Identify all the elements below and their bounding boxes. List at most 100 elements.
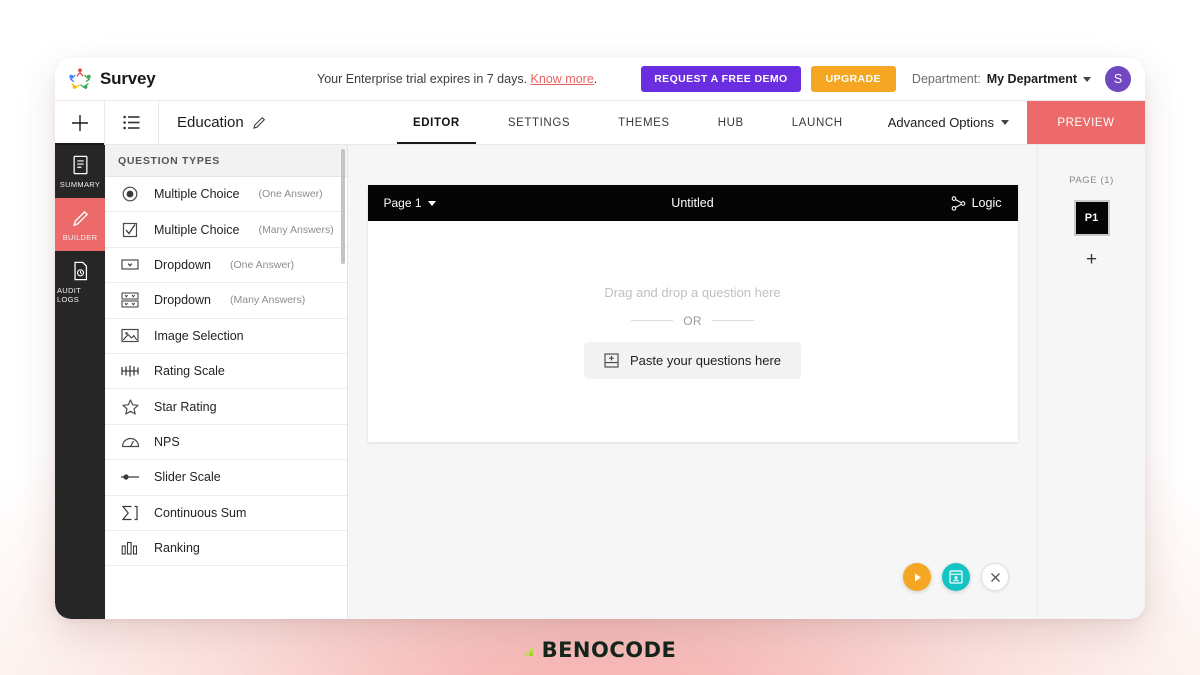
question-types-header: QUESTION TYPES [105,145,347,177]
tab-launch[interactable]: LAUNCH [768,101,867,144]
department-label: Department: [911,72,981,86]
brand-name: Survey [100,69,156,88]
star-icon [120,398,140,415]
add-survey-button[interactable] [55,101,105,145]
app-window: Survey Your Enterprise trial expires in … [55,58,1145,619]
list-item[interactable]: Dropdown (Many Answers) [105,283,347,319]
paste-label: Paste your questions here [629,352,782,368]
close-fab-button[interactable] [981,563,1009,591]
tab-themes[interactable]: THEMES [594,101,694,144]
list-item[interactable]: Ranking [105,530,347,567]
page-thumbnail-p1[interactable]: P1 [1073,200,1110,236]
question-type-label: Slider Scale [154,470,221,485]
checkbox-icon [120,222,140,238]
page-selector[interactable]: Page 1 [384,196,436,210]
trial-banner: Your Enterprise trial expires in 7 days.… [317,72,597,86]
question-types-panel: QUESTION TYPES Multiple Choice (One Answ… [105,145,348,619]
editor-canvas: Page 1 Untitled Logic Drag and drop a qu… [348,145,1037,619]
trial-text: Your Enterprise trial expires in 7 days. [317,72,528,86]
list-menu-icon [123,115,140,130]
play-fab-button[interactable] [903,563,931,591]
list-item[interactable]: Dropdown (One Answer) [105,247,347,284]
list-item[interactable]: NPS [105,424,347,461]
brand[interactable]: Survey [67,67,212,91]
survey-title-area[interactable]: Education [159,101,389,144]
rail-label-summary: SUMMARY [59,180,101,189]
tab-hub-label: HUB [717,116,744,129]
page-card-header: Page 1 Untitled Logic [367,185,1018,221]
advanced-options-dropdown[interactable]: Advanced Options [870,101,1027,144]
top-bar-actions: REQUEST A FREE DEMO UPGRADE Department: … [641,66,1145,92]
advanced-options-label: Advanced Options [887,115,994,130]
question-type-label: Ranking [154,541,200,556]
add-page-button[interactable]: + [1086,250,1097,269]
body-area: SUMMARY BUILDER AUDIT LOGS QUESTION TYPE… [55,145,1145,619]
bar-ranking-icon [120,541,140,555]
tab-settings-label: SETTINGS [507,116,571,129]
paste-questions-button[interactable]: Paste your questions here [583,341,802,379]
list-item[interactable]: Slider Scale [105,460,347,496]
play-icon [914,573,921,581]
benocode-logo: BENOCODE [0,638,1200,662]
divider-line [631,320,674,321]
question-type-sub: (Many Answers) [258,223,334,236]
sigma-icon [120,505,140,521]
rail-item-builder[interactable]: BUILDER [55,198,105,251]
question-type-sub: (One Answer) [258,188,323,201]
question-type-label: Image Selection [154,328,244,343]
know-more-link[interactable]: Know more [531,72,594,86]
survey-list-button[interactable] [105,101,159,144]
file-clock-icon [73,261,87,281]
rating-scale-icon [120,364,140,378]
list-item[interactable]: Multiple Choice (Many Answers) [105,212,347,248]
question-type-label: Continuous Sum [154,505,247,520]
list-item[interactable]: Image Selection [105,318,347,354]
avatar[interactable]: S [1105,66,1131,92]
question-type-sub: (One Answer) [229,258,295,271]
upgrade-button[interactable]: UPGRADE [810,66,896,92]
page-selector-label: Page 1 [383,196,422,210]
page-title: Untitled [671,196,714,210]
benocode-dots-icon [524,648,533,657]
question-type-label: Multiple Choice [154,222,240,237]
list-item[interactable]: Continuous Sum [105,495,347,531]
logic-button[interactable]: Logic [951,195,1002,211]
pages-panel: PAGE (1) P1 + [1037,145,1145,619]
survey-page-card: Page 1 Untitled Logic Drag and drop a qu… [367,185,1018,442]
preview-button[interactable]: PREVIEW [1027,101,1145,144]
pencil-icon[interactable] [252,116,266,129]
question-panel-scrollbar[interactable] [341,149,345,264]
top-bar: Survey Your Enterprise trial expires in … [55,58,1145,101]
nav-right-actions: Advanced Options PREVIEW [870,101,1145,144]
list-item[interactable]: Star Rating [105,389,347,425]
radio-button-icon [120,186,140,202]
question-types-list: Multiple Choice (One Answer) Multiple Ch… [105,177,347,619]
question-type-label: Dropdown [154,293,211,308]
question-type-label: Dropdown [154,257,211,272]
request-demo-button[interactable]: REQUEST A FREE DEMO [641,66,801,92]
list-item[interactable]: Multiple Choice (One Answer) [105,177,347,213]
nav-bar: Education EDITOR SETTINGS THEMES HUB LAU… [55,101,1145,145]
rail-item-summary[interactable]: SUMMARY [55,145,105,198]
slider-icon [120,472,140,482]
rail-label-builder: BUILDER [62,233,98,242]
document-summary-icon [73,155,87,175]
tab-settings[interactable]: SETTINGS [484,101,594,144]
device-preview-icon [949,570,963,584]
page-card-body[interactable]: Drag and drop a question here OR Paste y… [368,221,1018,442]
or-label: OR [683,313,702,328]
tab-hub[interactable]: HUB [694,101,768,144]
tab-themes-label: THEMES [618,116,670,129]
list-item[interactable]: Rating Scale [105,353,347,390]
chevron-down-icon [1083,76,1091,82]
close-x-icon [990,572,1000,582]
rail-item-audit-logs[interactable]: AUDIT LOGS [55,251,105,313]
multi-dropdown-icon [120,292,140,308]
divider-line [711,320,754,321]
device-preview-fab-button[interactable] [942,563,970,591]
tab-editor[interactable]: EDITOR [389,101,484,144]
gauge-icon [120,435,140,448]
tab-editor-label: EDITOR [413,116,460,129]
department-selector[interactable]: Department: My Department [912,72,1091,86]
nav-tabs: EDITOR SETTINGS THEMES HUB LAUNCH [389,101,867,144]
